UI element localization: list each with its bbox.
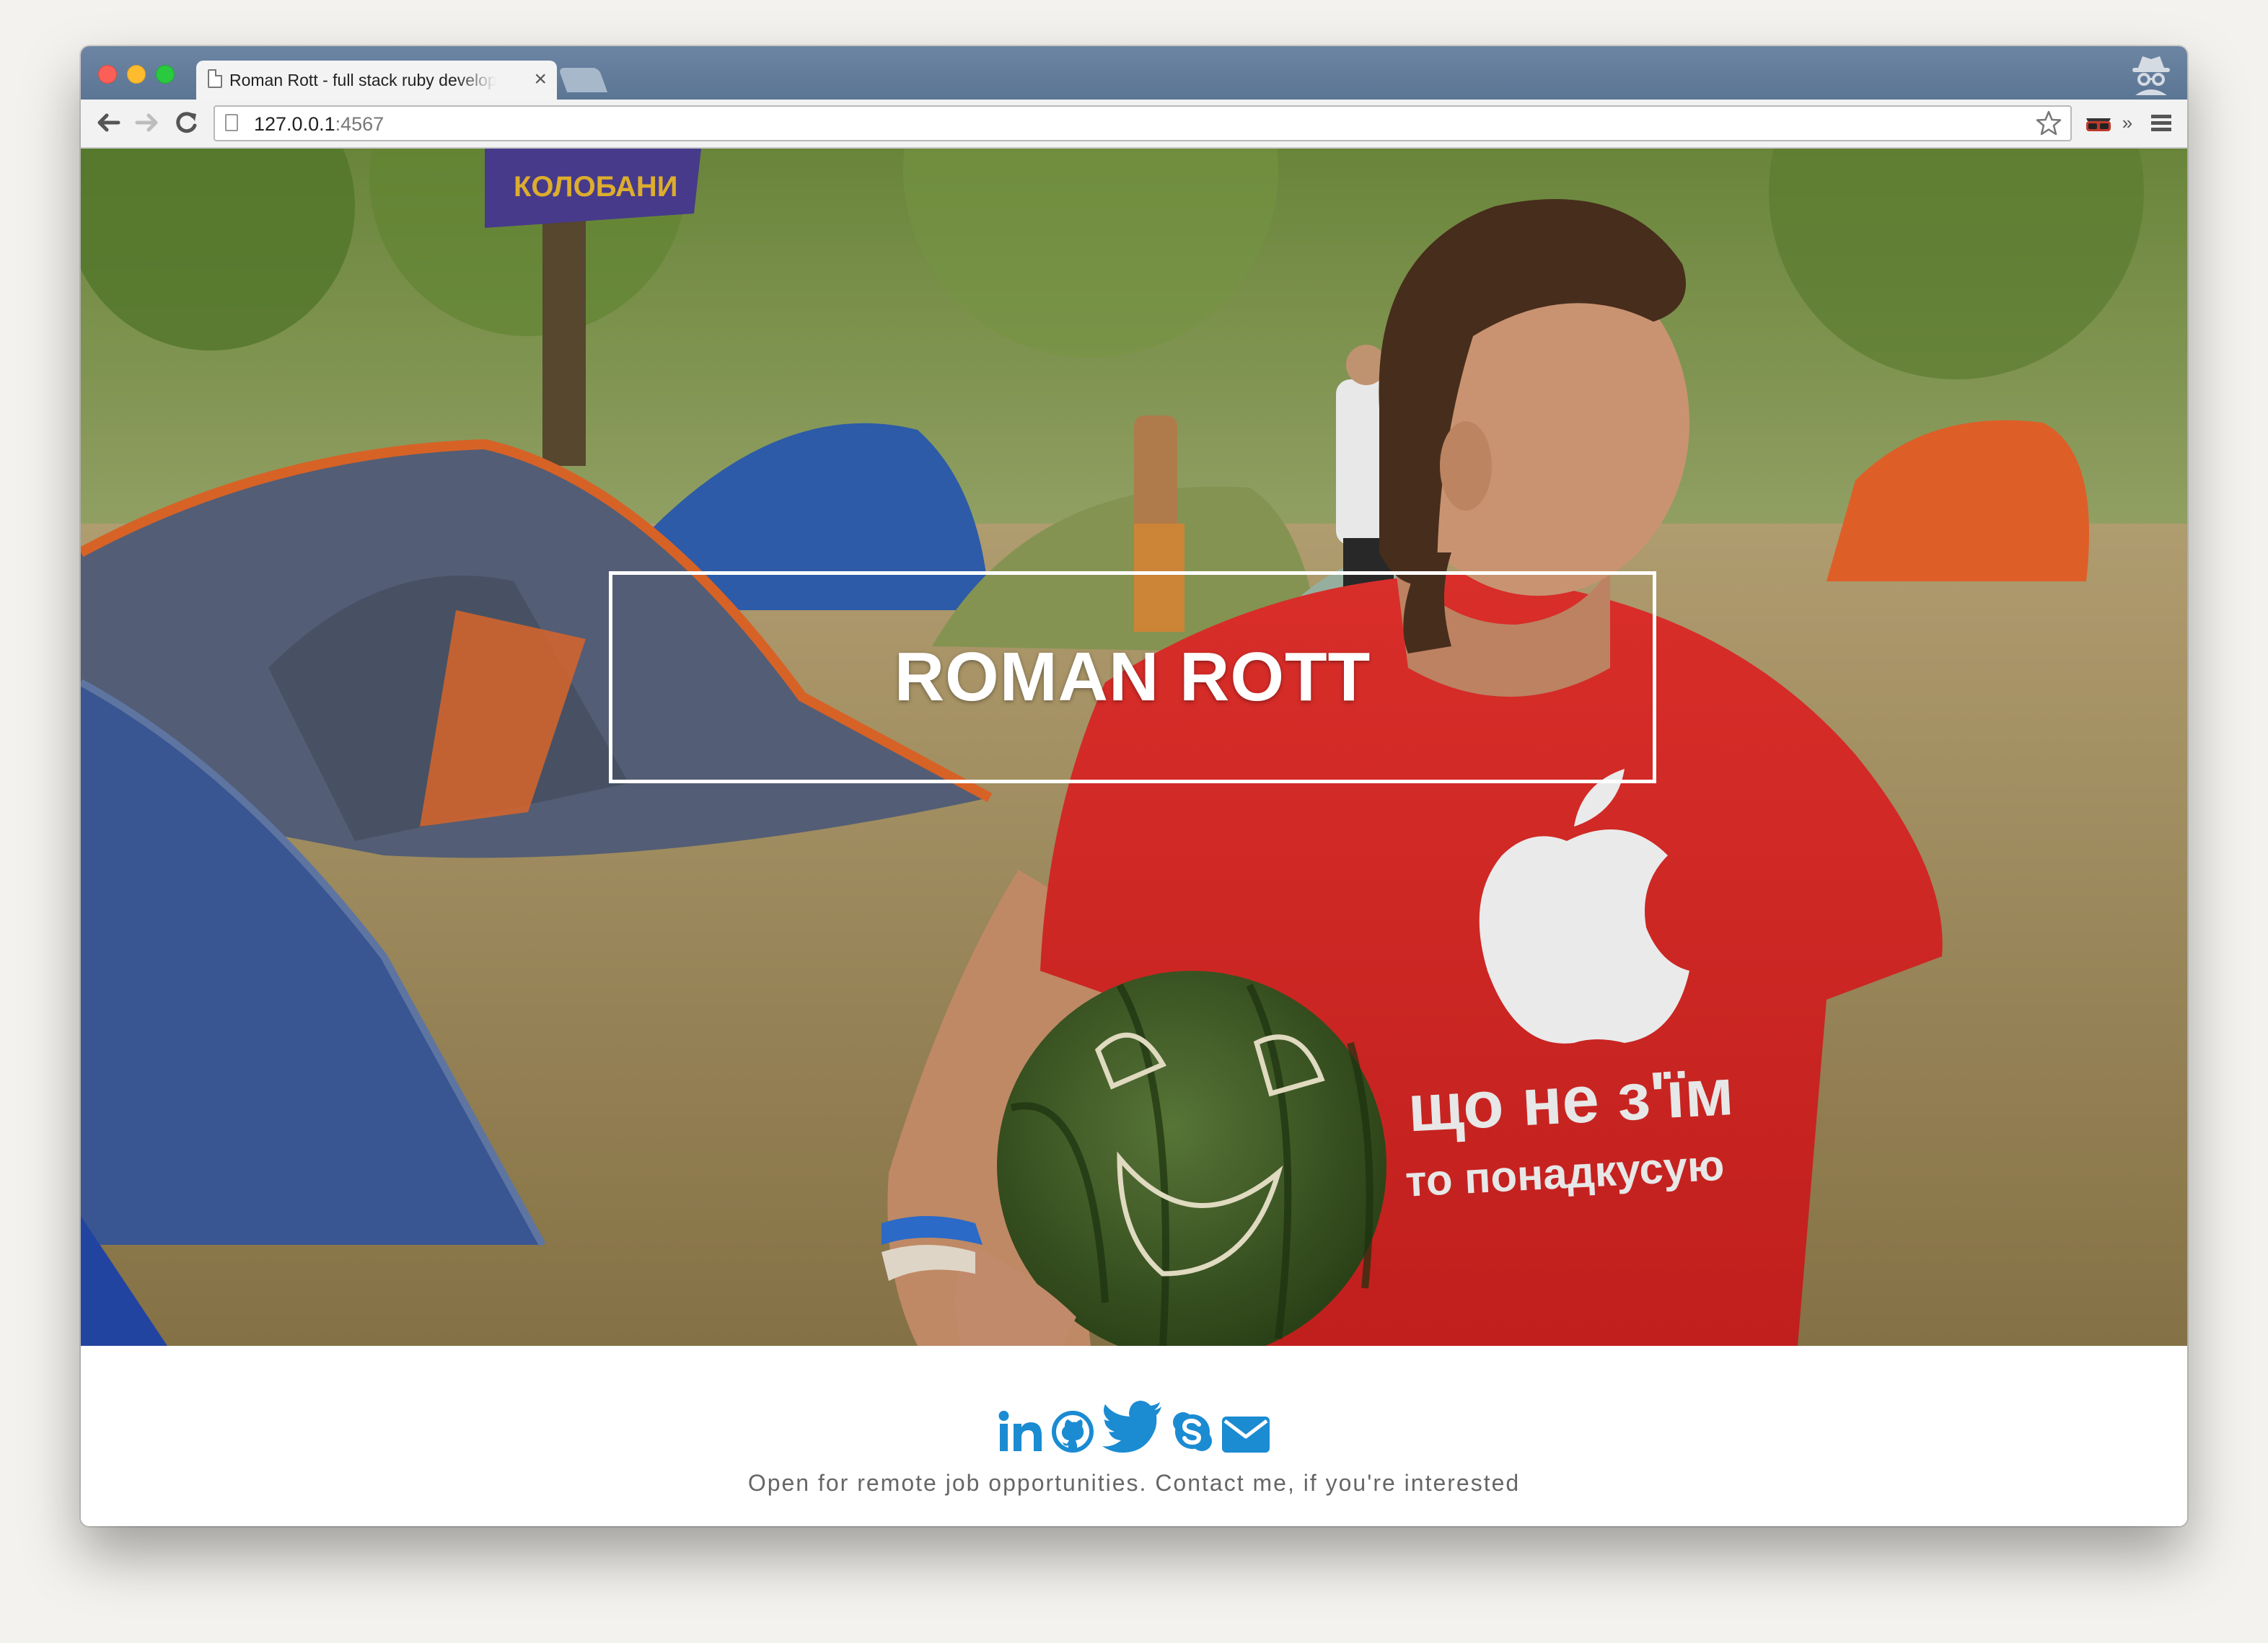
hero-image: КОЛОБАНИ що не з'їм то понадкусую ROMAN …	[81, 149, 2187, 1346]
tab-strip: Roman Rott - full stack ruby developer ×	[81, 46, 2187, 101]
incognito-icon	[2132, 56, 2170, 95]
tab-active[interactable]: Roman Rott - full stack ruby developer ×	[196, 61, 557, 101]
envelope-icon	[1222, 1417, 1270, 1453]
github-icon	[1052, 1411, 1094, 1453]
url-host: 127.0.0.1	[254, 113, 335, 135]
minimize-window-button[interactable]	[127, 65, 146, 84]
zoom-window-button[interactable]	[156, 65, 175, 84]
document-icon	[208, 69, 222, 88]
skype-icon	[1173, 1412, 1212, 1451]
bookmark-star-icon[interactable]	[2034, 109, 2063, 138]
social-links	[81, 1401, 2187, 1453]
url-text: 127.0.0.1:4567	[254, 113, 384, 136]
incognito-glasses-icon[interactable]	[2082, 107, 2115, 138]
hero-name-box: ROMAN ROTT	[609, 571, 1656, 783]
new-tab-button[interactable]	[558, 68, 608, 92]
page-icon	[225, 114, 238, 131]
reload-icon[interactable]	[170, 107, 202, 138]
page-footer: Open for remote job opportunities. Conta…	[81, 1346, 2187, 1526]
footer-tagline: Open for remote job opportunities. Conta…	[747, 1470, 1521, 1496]
github-link[interactable]	[1052, 1411, 1094, 1453]
address-bar[interactable]: 127.0.0.1:4567	[214, 105, 2072, 141]
browser-toolbar: 127.0.0.1:4567 »	[81, 100, 2187, 149]
linkedin-icon	[998, 1411, 1042, 1451]
hero-name: ROMAN ROTT	[894, 638, 1371, 715]
hamburger-menu-icon[interactable]	[2145, 107, 2177, 138]
tab-close-button[interactable]: ×	[534, 66, 547, 92]
close-window-button[interactable]	[98, 65, 117, 84]
linkedin-link[interactable]	[998, 1411, 1043, 1453]
email-link[interactable]	[1222, 1417, 1270, 1453]
tab-title: Roman Rott - full stack ruby developer	[229, 71, 496, 89]
skype-link[interactable]	[1172, 1411, 1213, 1453]
forward-arrow-icon[interactable]	[131, 107, 163, 138]
extensions-overflow-button[interactable]: »	[2115, 107, 2140, 138]
url-port: :4567	[335, 113, 384, 135]
twitter-icon	[1102, 1401, 1161, 1453]
browser-window: Roman Rott - full stack ruby developer ×…	[81, 46, 2187, 1526]
back-arrow-icon[interactable]	[92, 107, 124, 138]
page-viewport: КОЛОБАНИ що не з'їм то понадкусую ROMAN …	[81, 149, 2187, 1526]
twitter-link[interactable]	[1102, 1401, 1163, 1453]
